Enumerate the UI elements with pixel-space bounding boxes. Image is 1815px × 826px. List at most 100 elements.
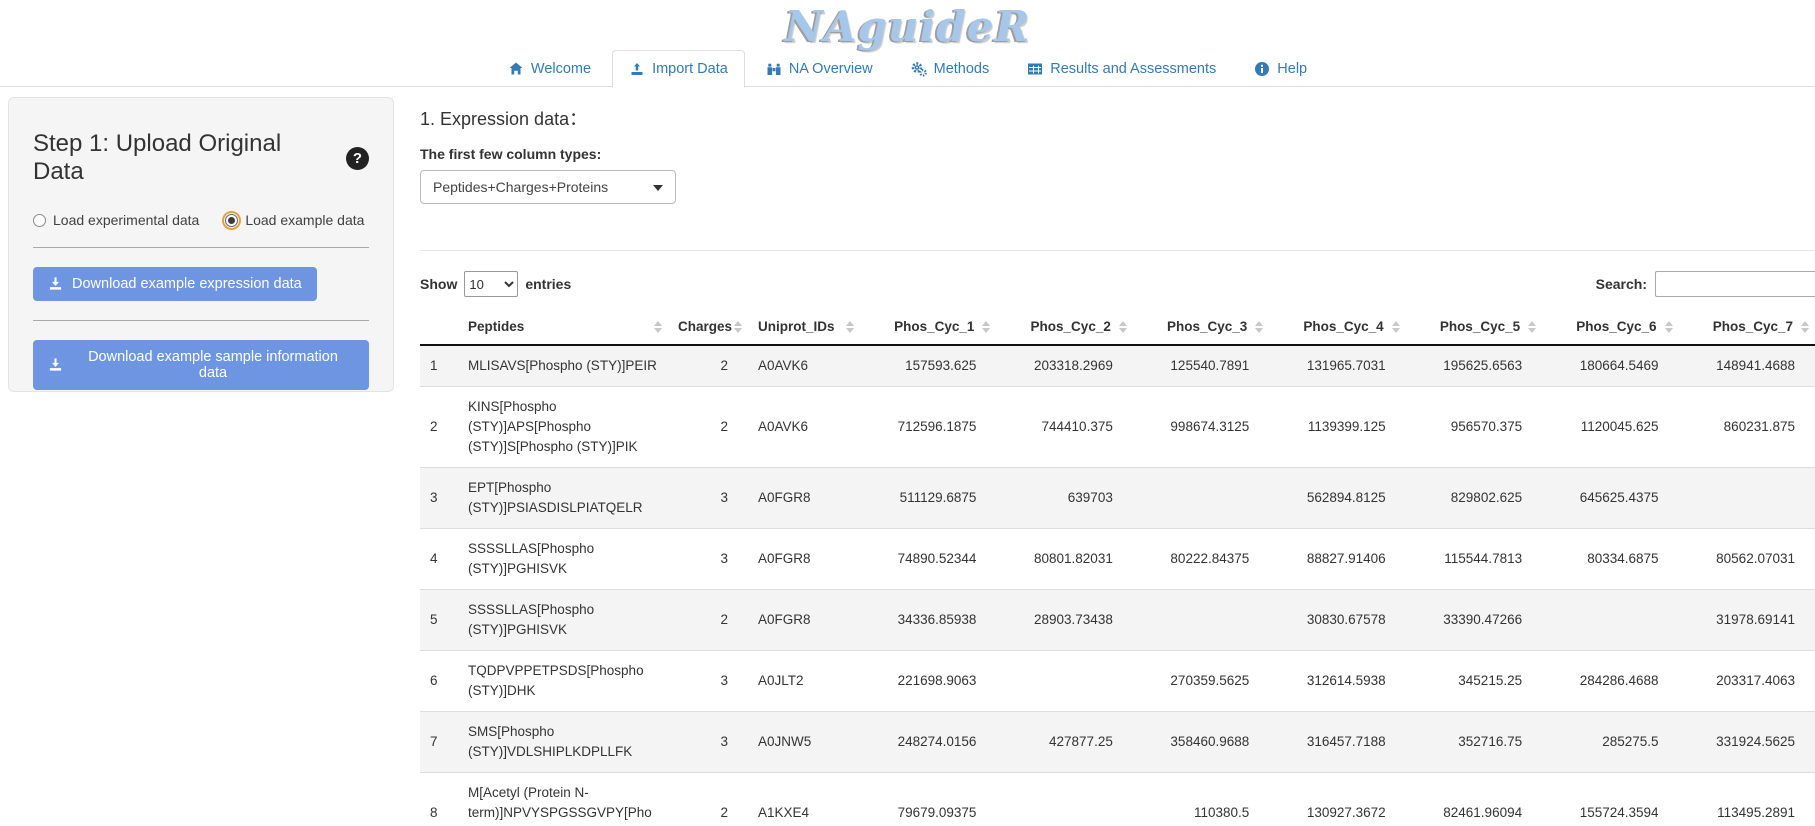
download-icon	[48, 357, 64, 373]
divider	[33, 247, 369, 248]
value-cell: 157593.625	[860, 345, 996, 387]
uniprot-cell: A0FGR8	[748, 468, 860, 529]
charges-cell: 2	[668, 590, 748, 651]
table-row: 2KINS[Phospho (STY)]APS[Phospho (STY)]S[…	[420, 387, 1815, 468]
value-cell: 427877.25	[996, 712, 1132, 773]
radio-load-example-data[interactable]: Load example data	[225, 212, 364, 228]
download-example-expression-data-button[interactable]: Download example expression data	[33, 267, 317, 301]
peptide-cell: TQDPVPPETPSDS[Phospho (STY)]DHK	[458, 651, 668, 712]
column-types-label: The first few column types:	[420, 146, 1815, 162]
upload-panel: Step 1: Upload Original Data ? Load expe…	[8, 97, 394, 392]
table-row: 3EPT[Phospho (STY)]PSIASDISLPIATQELR3A0F…	[420, 468, 1815, 529]
tab-import-data[interactable]: Import Data	[612, 50, 745, 88]
tab-help[interactable]: Help	[1237, 50, 1324, 88]
sort-icon	[734, 321, 742, 333]
column-header-phos_cyc_2[interactable]: Phos_Cyc_2	[996, 309, 1132, 345]
tab-label: Welcome	[531, 61, 591, 77]
sort-icon	[1665, 321, 1673, 333]
radio-icon-checked[interactable]	[225, 214, 238, 227]
column-header-phos_cyc_7[interactable]: Phos_Cyc_7	[1679, 309, 1815, 345]
value-cell: 316457.7188	[1269, 712, 1405, 773]
search-input[interactable]	[1655, 271, 1815, 297]
value-cell: 34336.85938	[860, 590, 996, 651]
download-example-sample-information-data-button[interactable]: Download example sample information data	[33, 340, 369, 390]
value-cell: 195625.6563	[1406, 345, 1542, 387]
column-header-phos_cyc_1[interactable]: Phos_Cyc_1	[860, 309, 996, 345]
divider	[33, 320, 369, 321]
peptide-cell: EPT[Phospho (STY)]PSIASDISLPIATQELR	[458, 468, 668, 529]
charges-cell: 3	[668, 651, 748, 712]
value-cell: 562894.8125	[1269, 468, 1405, 529]
sort-icon	[1801, 321, 1809, 333]
row-index-header	[420, 309, 458, 345]
column-header-charges[interactable]: Charges	[668, 309, 748, 345]
column-header-phos_cyc_5[interactable]: Phos_Cyc_5	[1406, 309, 1542, 345]
value-cell: 639703	[996, 468, 1132, 529]
column-header-peptides[interactable]: Peptides	[458, 309, 668, 345]
tab-results-and-assessments[interactable]: Results and Assessments	[1010, 50, 1233, 88]
main-content: 1. Expression data： The first few column…	[420, 105, 1815, 826]
divider	[420, 250, 1815, 251]
page: NAguideR Welcome Import DataNA OverviewMe…	[0, 0, 1815, 826]
upload-icon	[629, 61, 645, 77]
value-cell: 110380.5	[1133, 773, 1269, 826]
value-cell: 80222.84375	[1133, 529, 1269, 590]
row-index-cell: 4	[420, 529, 458, 590]
value-cell: 352716.75	[1406, 712, 1542, 773]
charges-cell: 2	[668, 387, 748, 468]
value-cell: 712596.1875	[860, 387, 996, 468]
value-cell: 248274.0156	[860, 712, 996, 773]
radio-label[interactable]: Load experimental data	[53, 212, 199, 228]
column-types-dropdown[interactable]: Peptides+Charges+Proteins	[420, 170, 676, 204]
button-label: Download example expression data	[72, 276, 302, 292]
search-control: Search:	[1596, 271, 1815, 297]
value-cell: 203318.2969	[996, 345, 1132, 387]
page-length-select[interactable]: 10	[464, 271, 518, 297]
gears-icon	[911, 61, 927, 77]
tab-label: Help	[1277, 61, 1307, 77]
value-cell: 125540.7891	[1133, 345, 1269, 387]
peptide-cell: SMS[Phospho (STY)]VDLSHIPLKDPLLFK	[458, 712, 668, 773]
value-cell: 331924.5625	[1679, 712, 1815, 773]
charges-cell: 3	[668, 712, 748, 773]
value-cell: 358460.9688	[1133, 712, 1269, 773]
value-cell: 829802.625	[1406, 468, 1542, 529]
radio-icon[interactable]	[33, 214, 46, 227]
chevron-down-icon	[653, 185, 663, 191]
section-title: 1. Expression data：	[420, 105, 1815, 131]
uniprot-cell: A0FGR8	[748, 529, 860, 590]
app-logo: NAguideR	[0, 2, 1815, 51]
row-index-cell: 1	[420, 345, 458, 387]
value-cell: 998674.3125	[1133, 387, 1269, 468]
value-cell	[996, 773, 1132, 826]
expression-table-wrap: PeptidesChargesUniprot_IDsPhos_Cyc_1Phos…	[420, 309, 1815, 826]
value-cell: 74890.52344	[860, 529, 996, 590]
value-cell: 203317.4063	[1679, 651, 1815, 712]
value-cell: 33390.47266	[1406, 590, 1542, 651]
tab-methods[interactable]: Methods	[894, 50, 1007, 88]
uniprot-cell: A1KXE4	[748, 773, 860, 826]
value-cell: 860231.875	[1679, 387, 1815, 468]
column-header-phos_cyc_4[interactable]: Phos_Cyc_4	[1269, 309, 1405, 345]
table-row: 4SSSSLLAS[Phospho (STY)]PGHISVK3A0FGR874…	[420, 529, 1815, 590]
charges-cell: 2	[668, 345, 748, 387]
tab-na-overview[interactable]: NA Overview	[749, 50, 890, 88]
tab-welcome[interactable]: Welcome	[491, 50, 608, 88]
column-header-phos_cyc_3[interactable]: Phos_Cyc_3	[1133, 309, 1269, 345]
sort-icon	[1255, 321, 1263, 333]
radio-label[interactable]: Load example data	[245, 212, 364, 228]
table-row: 6TQDPVPPETPSDS[Phospho (STY)]DHK3A0JLT22…	[420, 651, 1815, 712]
question-circle-icon[interactable]: ?	[346, 147, 369, 170]
uniprot-cell: A0AVK6	[748, 345, 860, 387]
value-cell: 645625.4375	[1542, 468, 1678, 529]
value-cell	[996, 651, 1132, 712]
column-header-uniprot_ids[interactable]: Uniprot_IDs	[748, 309, 860, 345]
value-cell: 312614.5938	[1269, 651, 1405, 712]
row-index-cell: 7	[420, 712, 458, 773]
charges-cell: 3	[668, 529, 748, 590]
radio-load-experimental-data[interactable]: Load experimental data	[33, 212, 199, 228]
sort-icon	[1528, 321, 1536, 333]
peptide-cell: MLISAVS[Phospho (STY)]PEIR	[458, 345, 668, 387]
row-index-cell: 3	[420, 468, 458, 529]
column-header-phos_cyc_6[interactable]: Phos_Cyc_6	[1542, 309, 1678, 345]
